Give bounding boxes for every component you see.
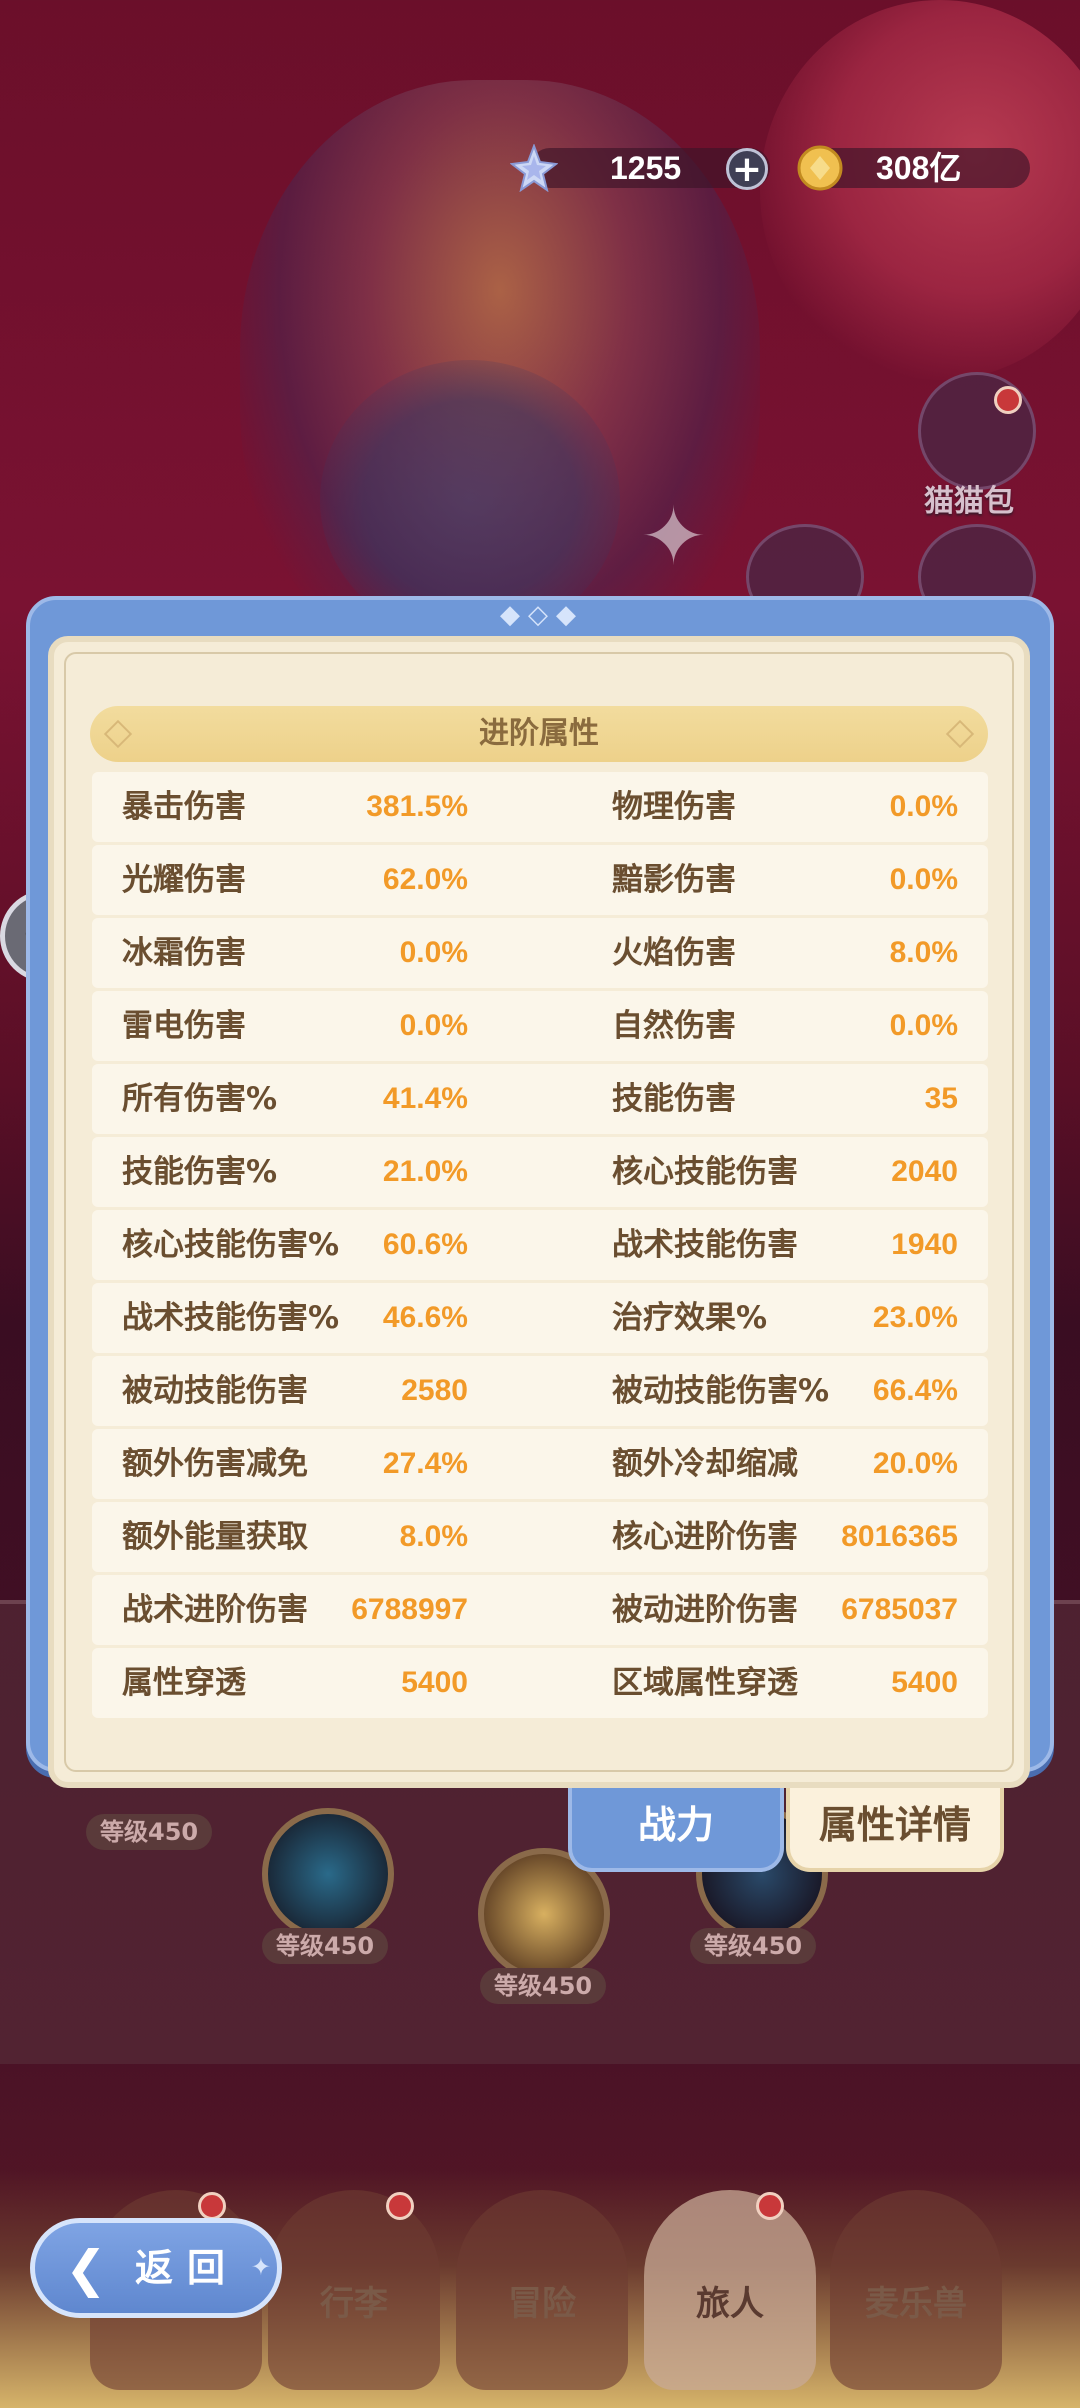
attribute-value: 0.0% [399,1009,468,1042]
attribute-label: 核心进阶伤害 [612,1519,798,1555]
attribute-label: 额外伤害减免 [122,1446,308,1482]
attribute-row: 战术进阶伤害 6788997 被动进阶伤害 6785037 [92,1575,988,1645]
tab-attribute-details[interactable]: 属性详情 [786,1788,1004,1872]
attribute-label: 暴击伤害 [122,789,246,825]
attribute-value: 5400 [401,1666,468,1699]
attribute-label: 治疗效果% [612,1300,768,1336]
attribute-value: 0.0% [889,790,958,823]
attribute-value: 0.0% [889,863,958,896]
coin-value: 308亿 [876,150,962,186]
attribute-value: 46.6% [382,1301,468,1334]
skill-level-badge: 等级450 [480,1968,607,2004]
attribute-label: 光耀伤害 [122,862,246,898]
attribute-value: 381.5% [366,790,468,823]
nav-label-traveler: 旅人 [696,2284,764,2324]
nav-label-adventure: 冒险 [508,2284,576,2324]
skill-orb[interactable] [262,1808,394,1940]
nav-label-luggage: 行李 [320,2284,388,2324]
attribute-value: 66.4% [872,1374,958,1407]
attribute-label: 额外能量获取 [122,1519,308,1555]
coin-counter: 308亿 [797,145,1030,191]
attribute-label: 火焰伤害 [612,935,736,971]
attribute-row: 冰霜伤害 0.0% 火焰伤害 8.0% [92,918,988,988]
back-button-label: 返回 [135,2246,240,2290]
attribute-label: 核心技能伤害% [122,1227,340,1263]
attribute-value: 23.0% [872,1301,958,1334]
skill-level-badge: 等级450 [690,1928,817,1964]
diamond-ornament-icon [103,719,133,749]
attribute-label: 所有伤害% [122,1081,278,1117]
attribute-label: 被动技能伤害 [122,1373,308,1409]
notification-dot [994,386,1022,414]
attribute-value: 5400 [891,1666,958,1699]
attribute-value: 6788997 [351,1593,468,1626]
attribute-row: 战术技能伤害% 46.6% 治疗效果% 23.0% [92,1283,988,1353]
attribute-label: 雷电伤害 [122,1008,246,1044]
attribute-row: 技能伤害% 21.0% 核心技能伤害 2040 [92,1137,988,1207]
coin-icon [796,144,844,192]
attribute-label: 技能伤害% [122,1154,278,1190]
attribute-label: 额外冷却缩减 [612,1446,798,1482]
attribute-label: 技能伤害 [612,1081,736,1117]
star-ornament-icon: ✦ [250,2253,271,2281]
attribute-label: 被动进阶伤害 [612,1592,798,1628]
attribute-label: 属性穿透 [122,1665,246,1701]
sparkle-icon: ✦ [640,490,708,583]
attribute-row: 雷电伤害 0.0% 自然伤害 0.0% [92,991,988,1061]
attribute-value: 20.0% [872,1447,958,1480]
nav-label-pet: 麦乐兽 [865,2284,967,2324]
notification-dot [386,2192,414,2220]
attribute-value: 60.6% [382,1228,468,1261]
skill-level-badge: 等级450 [262,1928,389,1964]
attribute-value: 41.4% [382,1082,468,1115]
attribute-row: 所有伤害% 41.4% 技能伤害 35 [92,1064,988,1134]
attribute-label: 区域属性穿透 [612,1665,798,1701]
attribute-label: 黯影伤害 [612,862,736,898]
attribute-value: 21.0% [382,1155,468,1188]
attribute-label: 核心技能伤害 [612,1154,798,1190]
attribute-label: 战术进阶伤害 [122,1592,308,1628]
attribute-value: 62.0% [382,863,468,896]
attribute-value: 8016365 [841,1520,958,1553]
attribute-label: 自然伤害 [612,1008,736,1044]
diamond-ornament-icon [945,719,975,749]
add-gems-button[interactable]: + [726,148,768,190]
attribute-row: 被动技能伤害 2580 被动技能伤害% 66.4% [92,1356,988,1426]
attribute-value: 27.4% [382,1447,468,1480]
attribute-value: 1940 [891,1228,958,1261]
cat-bag-label: 猫猫包 [924,484,1014,519]
gem-value: 1255 [610,150,682,186]
attribute-row: 核心技能伤害% 60.6% 战术技能伤害 1940 [92,1210,988,1280]
notification-dot [198,2192,226,2220]
section-header: 进阶属性 [90,706,988,762]
attribute-label: 物理伤害 [612,789,736,825]
attribute-row: 暴击伤害 381.5% 物理伤害 0.0% [92,772,988,842]
attribute-row: 额外能量获取 8.0% 核心进阶伤害 8016365 [92,1502,988,1572]
notification-dot [756,2192,784,2220]
attribute-value: 2040 [891,1155,958,1188]
attribute-value: 6785037 [841,1593,958,1626]
attribute-row: 光耀伤害 62.0% 黯影伤害 0.0% [92,845,988,915]
attribute-label: 战术技能伤害% [122,1300,340,1336]
attribute-label: 冰霜伤害 [122,935,246,971]
attribute-row: 属性穿透 5400 区域属性穿透 5400 [92,1648,988,1718]
attribute-value: 2580 [401,1374,468,1407]
attribute-label: 被动技能伤害% [612,1373,830,1409]
attribute-label: 战术技能伤害 [612,1227,798,1263]
skill-level-badge: 等级450 [86,1814,213,1850]
attribute-value: 0.0% [399,936,468,969]
attribute-value: 0.0% [889,1009,958,1042]
attribute-value: 35 [924,1082,958,1115]
gem-icon [510,144,558,192]
attribute-value: 8.0% [399,1520,468,1553]
tab-power[interactable]: 战力 [568,1788,784,1872]
attribute-value: 8.0% [889,936,958,969]
dialog-ornament-icon: ◆◇◆ [500,600,584,630]
back-arrow-icon: ❮ [65,2240,107,2298]
section-title: 进阶属性 [479,716,599,751]
attribute-row: 额外伤害减免 27.4% 额外冷却缩减 20.0% [92,1429,988,1499]
back-button[interactable]: ❮ 返回 ✦ [30,2218,282,2318]
